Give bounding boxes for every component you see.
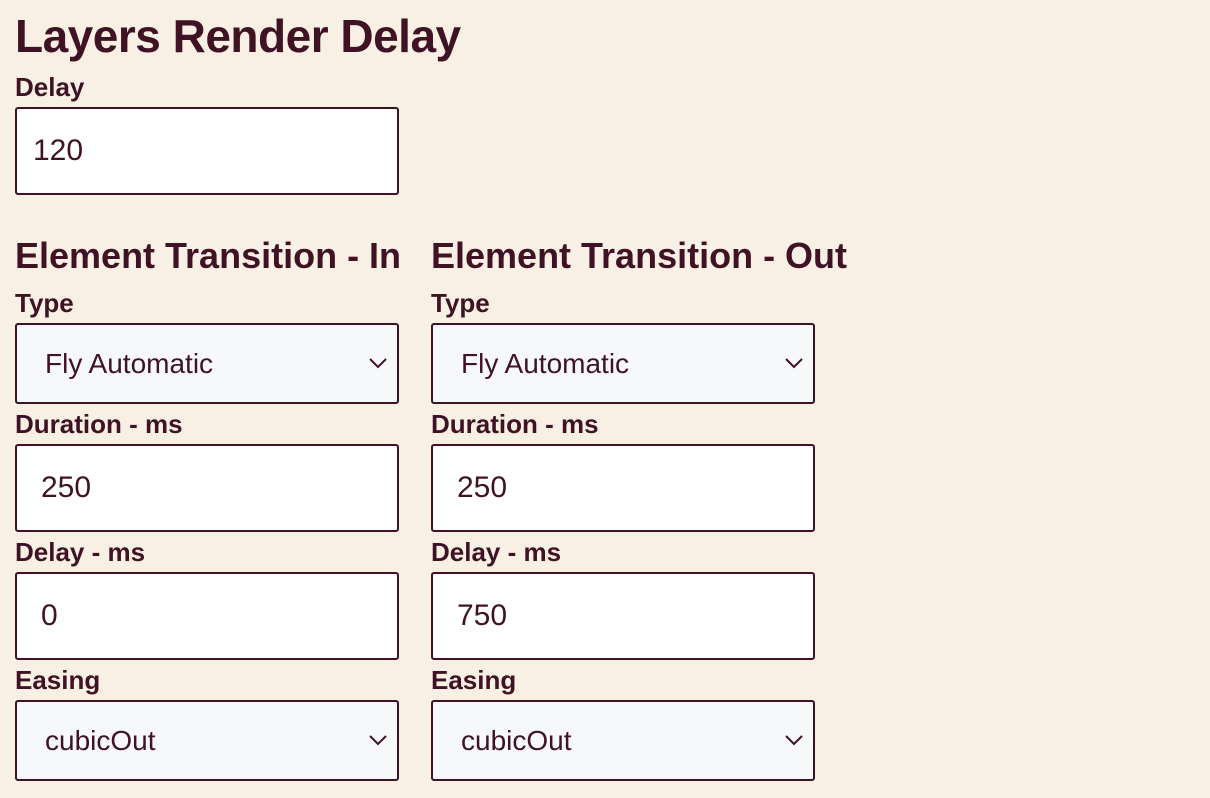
transition-in-delay-input[interactable] [15,572,399,660]
transition-in-type-value: Fly Automatic [45,347,214,379]
transition-out-easing-select[interactable]: cubicOut [431,700,815,781]
transition-out-type-label: Type [431,288,490,318]
render-delay-label: Delay [15,72,85,102]
transition-in-duration-input[interactable] [15,444,399,532]
transition-in-duration-label: Duration - ms [15,409,183,439]
chevron-down-icon [783,734,805,748]
transition-out-duration-input[interactable] [431,444,815,532]
transition-in-delay-label: Delay - ms [15,537,146,567]
transition-in-title: Element Transition - In [15,235,402,276]
transition-in-easing-select[interactable]: cubicOut [15,700,399,781]
transition-out-title: Element Transition - Out [431,235,848,276]
page-title: Layers Render Delay [15,10,461,62]
transition-in-type-label: Type [15,288,74,318]
chevron-down-icon [783,357,805,371]
transition-in-easing-value: cubicOut [45,724,156,756]
transition-in-easing-label: Easing [15,665,101,695]
chevron-down-icon [367,734,389,748]
transition-in-type-select[interactable]: Fly Automatic [15,323,399,404]
chevron-down-icon [367,357,389,371]
transition-out-delay-label: Delay - ms [431,537,562,567]
render-delay-input[interactable] [15,107,399,195]
transition-out-type-select[interactable]: Fly Automatic [431,323,815,404]
transition-out-easing-value: cubicOut [461,724,572,756]
transition-out-delay-input[interactable] [431,572,815,660]
transition-out-easing-label: Easing [431,665,517,695]
transition-out-duration-label: Duration - ms [431,409,599,439]
transition-out-type-value: Fly Automatic [461,347,630,379]
